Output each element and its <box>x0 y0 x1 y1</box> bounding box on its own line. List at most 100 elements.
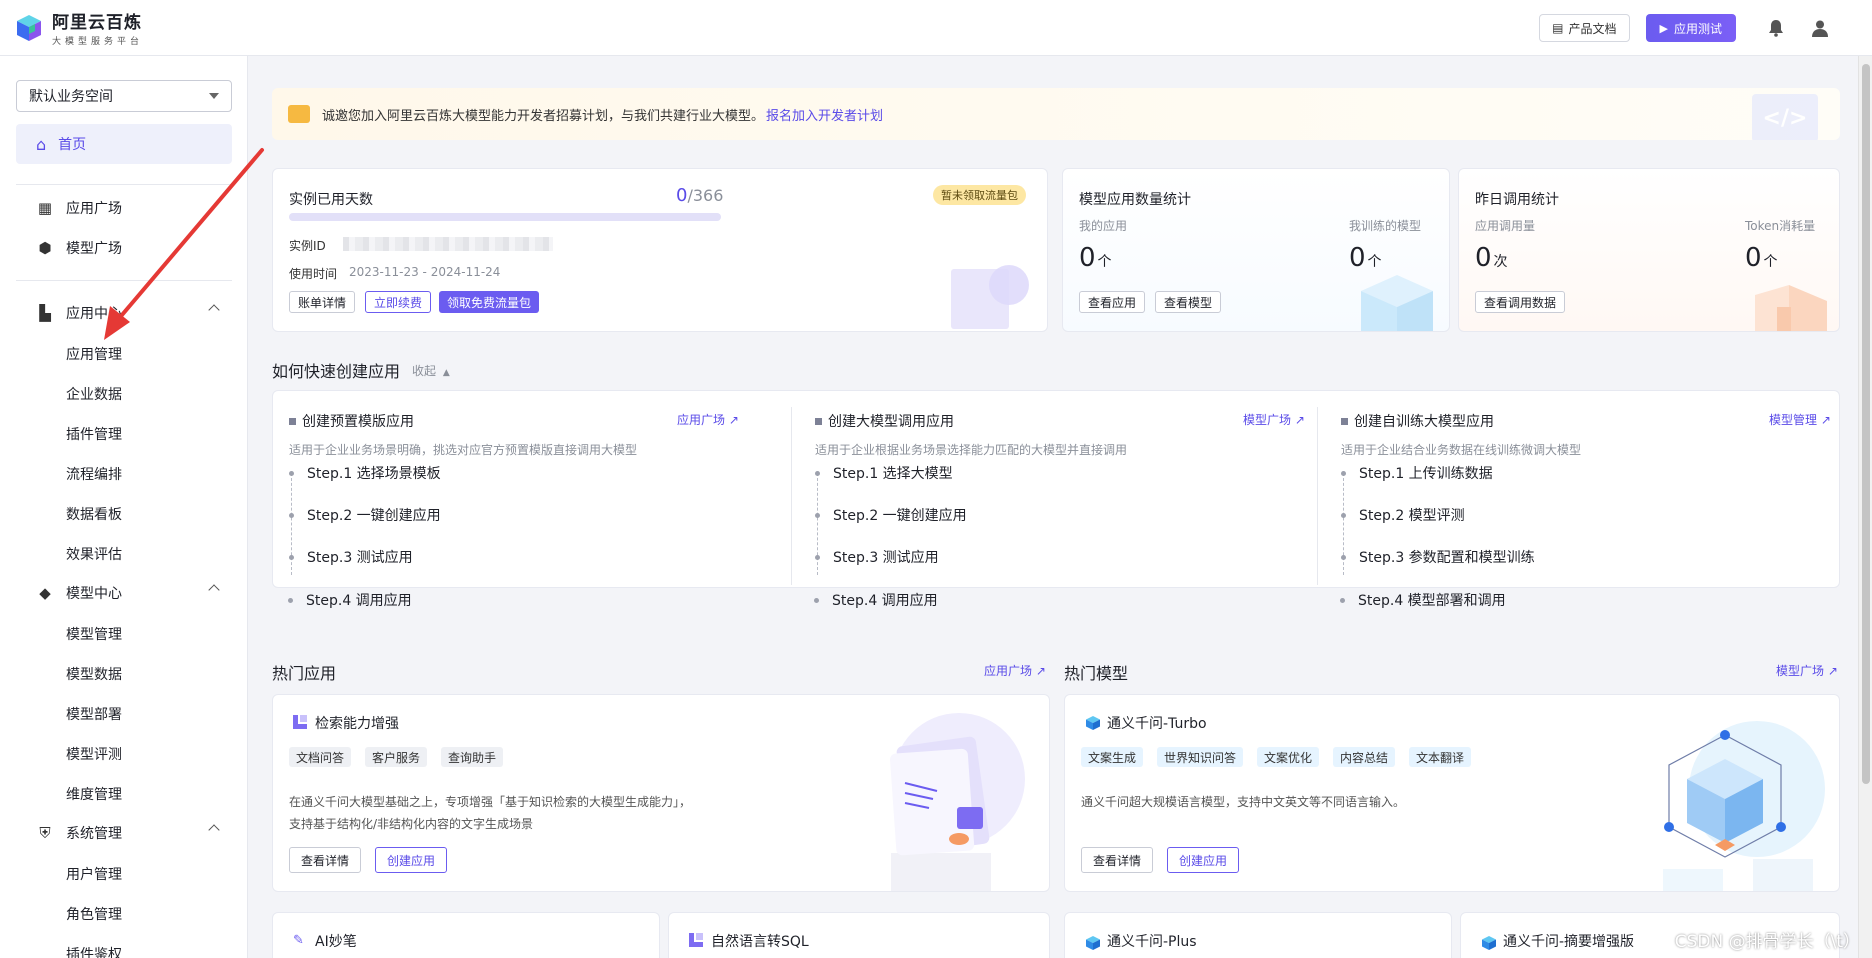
step-item: Step.2 模型评测 <box>1359 508 1465 524</box>
sidebar-item-app-square[interactable]: ▦ 应用广场 <box>36 196 122 220</box>
hot-app-tag: 文档问答 <box>289 747 352 767</box>
top-header: 阿里云百炼 大模型服务平台 ▤ 产品文档 ▶ 应用测试 <box>0 0 1872 56</box>
instance-days-card: 实例已用天数 0/366 暂未领取流量包 实例ID 使用时间 2023-11-2… <box>272 168 1048 332</box>
sidebar-item-user-management[interactable]: 用户管理 <box>66 863 122 885</box>
hot-models-model-square-link[interactable]: 模型广场 ↗ <box>1776 662 1838 679</box>
hot-model-card[interactable]: 通义千问-Turbo 文案生成 世界知识问答 文案优化 内容总结 文本翻译 通义… <box>1064 694 1840 892</box>
sidebar-item-model-evaluation[interactable]: 模型评测 <box>66 743 122 765</box>
app-card-title: 自然语言转SQL <box>711 934 809 950</box>
scrollbar-thumb[interactable] <box>1862 64 1870 784</box>
hot-app-create-button[interactable]: 创建应用 <box>375 847 448 873</box>
square-bullet-icon <box>289 417 296 425</box>
sidebar-item-dimension-management[interactable]: 维度管理 <box>66 783 122 805</box>
hot-app-view-details-button[interactable]: 查看详情 <box>289 847 362 873</box>
user-avatar-icon[interactable] <box>1808 16 1832 40</box>
sidebar-item-model-management[interactable]: 模型管理 <box>66 623 122 645</box>
quick-create-collapse-toggle[interactable]: 收起 ▲ <box>412 362 450 379</box>
bell-icon[interactable] <box>1764 16 1788 40</box>
model-card-qwen-plus[interactable]: 通义千问-Plus <box>1064 912 1452 958</box>
sidebar: 默认业务空间 ⌂ 首页 ▦ 应用广场 ⬢ 模型广场 ▙ 应用中心 应用管理 企业… <box>0 56 248 958</box>
hot-app-card[interactable]: 检索能力增强 文档问答 客户服务 查询助手 在通义千问大模型基础之上，专项增强「… <box>272 694 1050 892</box>
sidebar-item-app-management[interactable]: 应用管理 <box>66 343 122 365</box>
model-cube-icon <box>1086 936 1100 950</box>
sidebar-item-model-square[interactable]: ⬢ 模型广场 <box>36 236 122 260</box>
my-apps-count: 0个 <box>1079 243 1112 273</box>
ai-writer-icon: ✎ <box>293 933 304 948</box>
step-dot <box>815 555 820 560</box>
view-call-data-button[interactable]: 查看调用数据 <box>1475 291 1566 313</box>
step-item: Step.2 一键创建应用 <box>307 508 441 524</box>
app-card-ai-writer[interactable]: ✎ AI妙笔 <box>272 912 660 958</box>
chevron-down-icon <box>209 93 219 99</box>
sidebar-item-home[interactable]: ⌂ 首页 <box>16 124 232 164</box>
model-management-link[interactable]: 模型管理 ↗ <box>1769 411 1831 428</box>
page-scrollbar[interactable] <box>1858 56 1872 958</box>
brand-logo[interactable]: 阿里云百炼 大模型服务平台 <box>14 8 143 47</box>
view-models-button[interactable]: 查看模型 <box>1155 291 1222 313</box>
app-calls-label: 应用调用量 <box>1475 219 1536 233</box>
step-item: Step.3 测试应用 <box>307 550 413 566</box>
brand-cube-icon <box>17 14 41 41</box>
renew-now-button[interactable]: 立即续费 <box>365 291 432 313</box>
sidebar-group-system-management[interactable]: ⛨ 系统管理 <box>36 821 222 845</box>
step-dot <box>289 471 294 476</box>
step-dot <box>1340 598 1345 603</box>
step-item: Step.3 测试应用 <box>833 550 939 566</box>
hot-model-create-button[interactable]: 创建应用 <box>1167 847 1240 873</box>
sidebar-group-app-center[interactable]: ▙ 应用中心 <box>36 301 222 325</box>
hot-apps-app-square-link[interactable]: 应用广场 ↗ <box>984 662 1046 679</box>
sidebar-item-role-management[interactable]: 角色管理 <box>66 903 122 925</box>
model-cube-icon <box>1482 936 1496 950</box>
hot-model-view-details-button[interactable]: 查看详情 <box>1081 847 1154 873</box>
step-item: Step.1 上传训练数据 <box>1359 466 1493 482</box>
trained-models-label: 我训练的模型 <box>1349 219 1422 233</box>
app-card-title: AI妙笔 <box>315 934 357 950</box>
hot-app-title: 检索能力增强 <box>315 716 399 732</box>
instance-illustration-circle <box>989 265 1029 305</box>
model-app-stats-title: 模型应用数量统计 <box>1079 192 1191 208</box>
sidebar-item-plugin-management[interactable]: 插件管理 <box>66 423 122 445</box>
view-apps-button[interactable]: 查看应用 <box>1079 291 1146 313</box>
step-item: Step.3 参数配置和模型训练 <box>1359 550 1535 566</box>
sidebar-item-enterprise-data[interactable]: 企业数据 <box>66 383 122 405</box>
home-icon: ⌂ <box>36 134 47 154</box>
hot-model-tag: 内容总结 <box>1333 747 1396 767</box>
step-item: Step.4 调用应用 <box>306 593 412 609</box>
step-item: Step.1 选择场景模板 <box>307 466 441 482</box>
instance-days-count: 0/366 <box>676 185 724 206</box>
chevron-up-icon <box>208 304 220 316</box>
sidebar-item-effect-evaluation[interactable]: 效果评估 <box>66 543 122 565</box>
document-icon: ▤ <box>1552 21 1564 35</box>
bill-details-button[interactable]: 账单详情 <box>289 291 356 313</box>
main-content: 诚邀您加入阿里云百炼大模型能力开发者招募计划，与我们共建行业大模型。 报名加入开… <box>249 56 1872 958</box>
arrow-up-right-icon: ↗ <box>1035 664 1046 678</box>
sidebar-item-model-data[interactable]: 模型数据 <box>66 663 122 685</box>
arrow-up-right-icon: ↗ <box>1827 664 1838 678</box>
sidebar-item-plugin-auth[interactable]: 插件鉴权 <box>66 943 122 958</box>
product-docs-button[interactable]: ▤ 产品文档 <box>1539 14 1630 42</box>
hot-model-description: 通义千问超大规模语言模型，支持中文英文等不同语言输入。 <box>1081 795 1406 809</box>
developer-signup-link[interactable]: 报名加入开发者计划 <box>766 105 883 124</box>
column-title: 创建大模型调用应用 <box>815 411 954 431</box>
workspace-select[interactable]: 默认业务空间 <box>16 80 232 112</box>
sidebar-item-flow-orchestration[interactable]: 流程编排 <box>66 463 122 485</box>
app-center-icon: ▙ <box>39 304 51 322</box>
yesterday-calls-title: 昨日调用统计 <box>1475 192 1559 208</box>
square-bullet-icon <box>815 417 822 425</box>
sidebar-item-model-deployment[interactable]: 模型部署 <box>66 703 122 725</box>
model-square-link[interactable]: 模型广场 ↗ <box>1243 411 1305 428</box>
sidebar-group-model-center[interactable]: ◆ 模型中心 <box>36 581 222 605</box>
app-calls-count: 0次 <box>1475 243 1508 273</box>
csdn-watermark: CSDN @排骨学长（\t） <box>1674 932 1860 952</box>
developer-banner: 诚邀您加入阿里云百炼大模型能力开发者招募计划，与我们共建行业大模型。 报名加入开… <box>272 88 1840 140</box>
app-card-nl2sql[interactable]: 自然语言转SQL <box>668 912 1050 958</box>
sidebar-item-data-dashboard[interactable]: 数据看板 <box>66 503 122 525</box>
claim-free-traffic-button[interactable]: 领取免费流量包 <box>439 291 540 313</box>
usage-time-value: 2023-11-23 - 2024-11-24 <box>349 265 501 279</box>
step-dot <box>1341 555 1346 560</box>
usage-time-label: 使用时间 <box>289 267 338 281</box>
column-description: 适用于企业根据业务场景选择能力匹配的大模型并直接调用 <box>815 443 1128 457</box>
app-test-button[interactable]: ▶ 应用测试 <box>1645 14 1736 42</box>
app-square-link[interactable]: 应用广场 ↗ <box>677 411 739 428</box>
hot-app-tag: 查询助手 <box>441 747 504 767</box>
